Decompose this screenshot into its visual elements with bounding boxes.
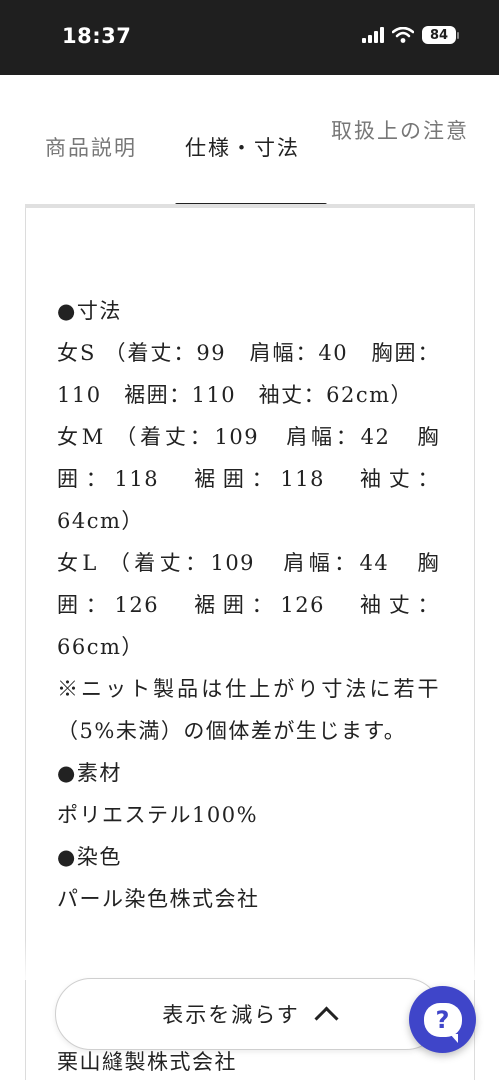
size-m-dimensions: 女M （着丈：109 肩幅：42 胸囲：118 裾囲：118 袖丈：64cm） [57,425,440,533]
section-heading-dimensions: ●寸法 [57,299,122,323]
battery-level: 84 [422,26,456,44]
section-heading-material: ●素材 [57,761,122,785]
dyeing-company: パール染色株式会社 [57,887,260,911]
status-bar: 18:37 84 [0,0,499,75]
battery-icon: 84 [422,26,459,44]
tab-bar: 商品説明 仕様・寸法 取扱上の注意 [25,75,475,208]
content-fade [0,940,499,980]
show-less-button[interactable]: 表示を減らす [55,978,442,1050]
help-chat-button[interactable]: ? [409,986,476,1053]
material-value: ポリエステル100% [57,803,259,827]
chevron-up-icon [314,1005,339,1031]
status-time: 18:37 [62,24,132,48]
tab-handling-notes[interactable]: 取扱上の注意 [330,115,470,147]
tab-specs-dimensions[interactable]: 仕様・寸法 [185,132,300,164]
tab-product-description[interactable]: 商品説明 [45,132,137,164]
wifi-icon [392,27,414,43]
size-s-dimensions: 女S （着丈：99 肩幅：40 胸囲：110 裾囲：110 袖丈：62cm） [57,341,440,407]
section-heading-dyeing: ●染色 [57,845,122,869]
status-icons: 84 [362,26,459,44]
question-chat-icon: ? [423,1002,462,1043]
sewing-company: 栗山縫製株式会社 [57,1050,237,1074]
show-less-label: 表示を減らす [162,1003,300,1027]
spec-content: ●寸法 女S （着丈：99 肩幅：40 胸囲：110 裾囲：110 袖丈：62c… [57,290,440,920]
knit-variance-note: ※ニット製品は仕上がり寸法に若干（5%未満）の個体差が生じます。 [57,677,440,743]
signal-icon [362,27,384,43]
size-l-dimensions: 女L （着丈：109 肩幅：44 胸囲：126 裾囲：126 袖丈：66cm） [57,551,440,659]
